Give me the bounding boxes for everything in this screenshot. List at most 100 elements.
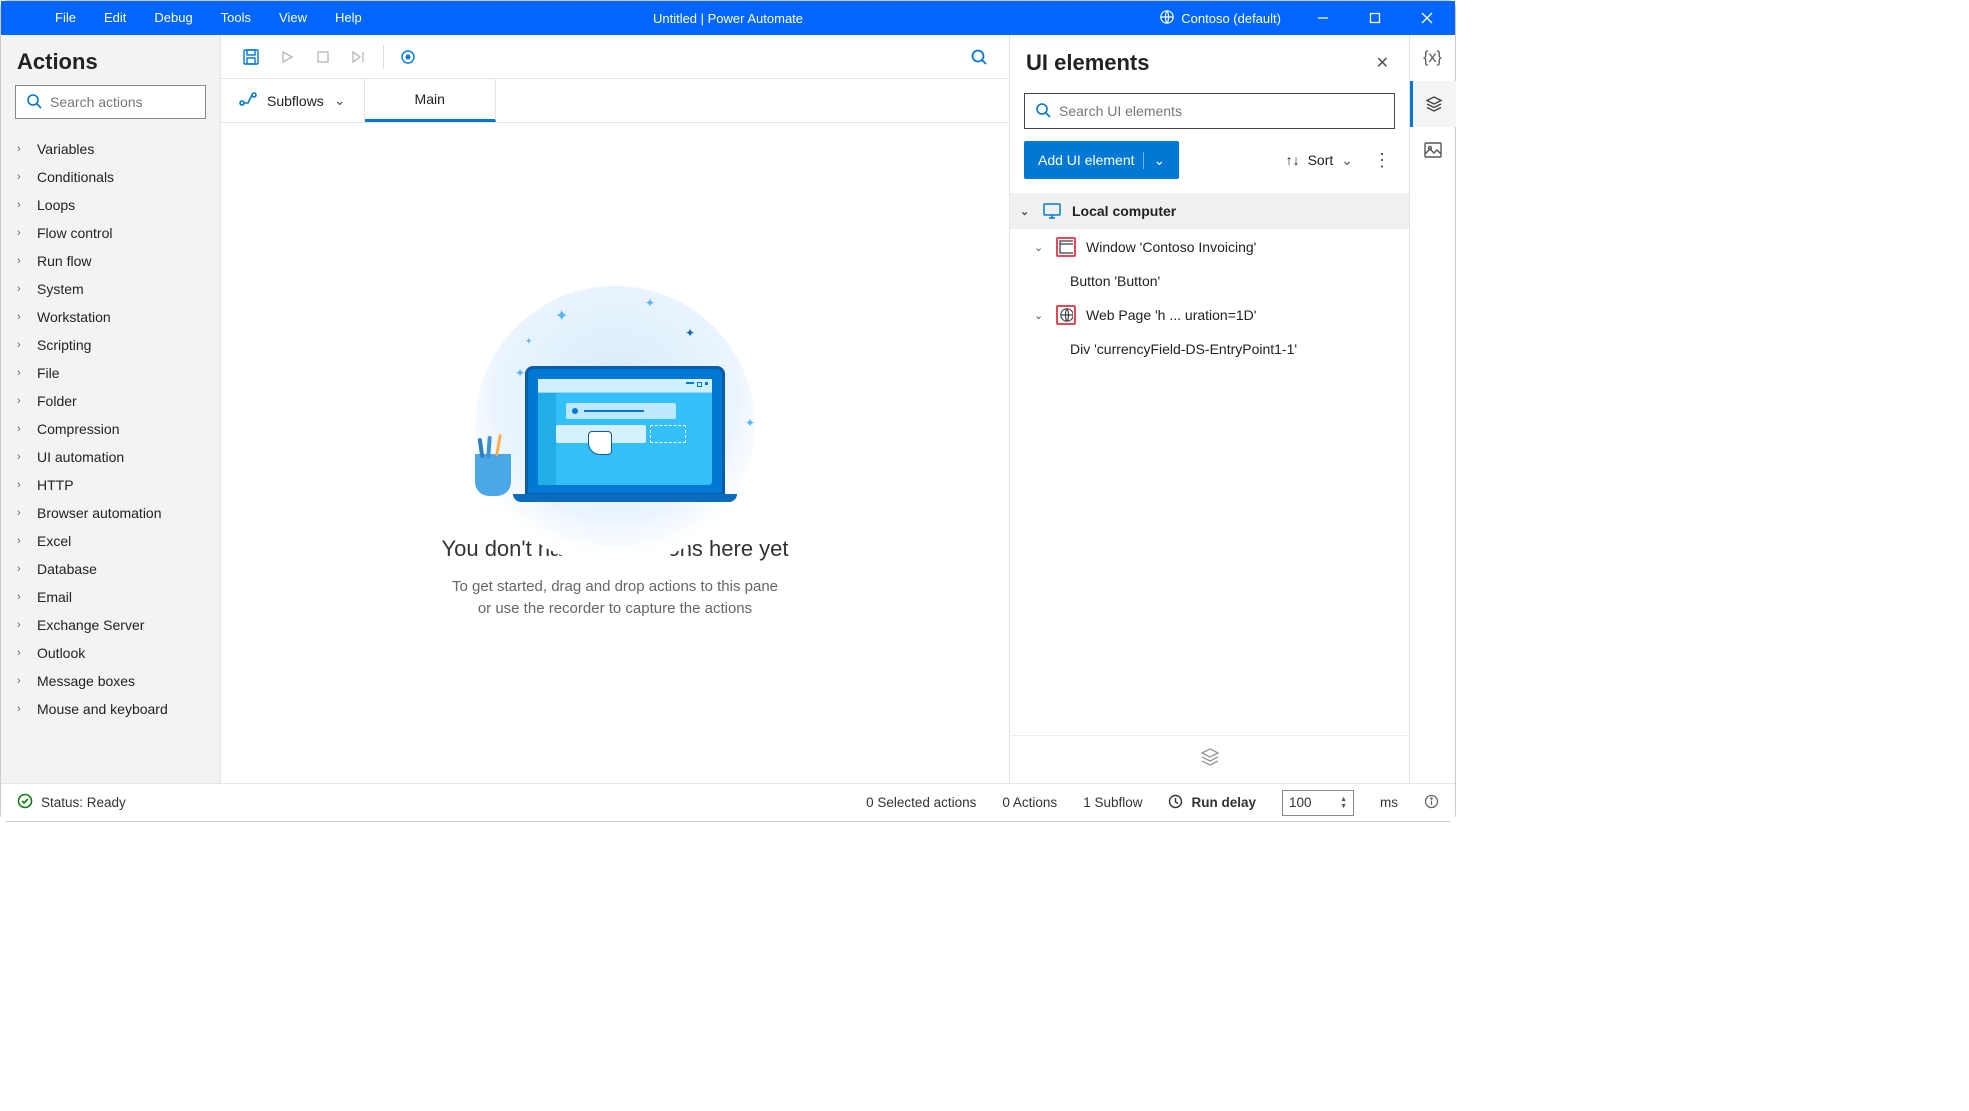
status-ok-icon xyxy=(17,793,33,812)
menu-view[interactable]: View xyxy=(265,1,321,35)
action-category[interactable]: ›Conditionals xyxy=(1,163,220,191)
sort-label: Sort xyxy=(1308,152,1334,168)
maximize-button[interactable] xyxy=(1355,1,1395,35)
environment-label: Contoso (default) xyxy=(1181,11,1281,26)
chevron-right-icon: › xyxy=(17,619,27,631)
action-category-label: Outlook xyxy=(37,645,85,661)
menu-debug[interactable]: Debug xyxy=(140,1,206,35)
action-category-label: HTTP xyxy=(37,477,74,493)
tree-item-div[interactable]: Div 'currencyField-DS-EntryPoint1-1' xyxy=(1010,333,1409,365)
action-category[interactable]: › Loops xyxy=(1,191,220,219)
add-ui-element-label: Add UI element xyxy=(1038,152,1135,168)
action-category[interactable]: ›Run flow xyxy=(1,247,220,275)
environment-picker[interactable]: Contoso (default) xyxy=(1149,9,1291,28)
tree-item-window[interactable]: ⌄ Window 'Contoso Invoicing' xyxy=(1010,229,1409,265)
rail-images-button[interactable] xyxy=(1410,127,1456,173)
stop-button[interactable] xyxy=(305,39,341,75)
action-category[interactable]: ›Folder xyxy=(1,387,220,415)
chevron-right-icon: › xyxy=(17,171,27,183)
designer-search-button[interactable] xyxy=(961,39,997,75)
status-actions-count: 0 Actions xyxy=(1002,795,1057,810)
action-category[interactable]: ›System xyxy=(1,275,220,303)
action-category-label: Exchange Server xyxy=(37,617,144,633)
actions-panel: Actions Search actions ›Variables ›Condi… xyxy=(1,35,221,783)
action-category-label: Database xyxy=(37,561,97,577)
spinner-buttons[interactable]: ▲▼ xyxy=(1340,796,1347,810)
step-button[interactable] xyxy=(341,39,377,75)
action-category[interactable]: › Compression xyxy=(1,415,220,443)
action-category-label: Loops xyxy=(37,197,75,213)
action-category[interactable]: ›Excel xyxy=(1,527,220,555)
chevron-right-icon: › xyxy=(17,255,27,267)
chevron-right-icon: › xyxy=(17,199,27,211)
action-category-label: Flow control xyxy=(37,225,112,241)
action-category[interactable]: › File xyxy=(1,359,220,387)
chevron-right-icon: › xyxy=(17,143,27,155)
chevron-right-icon: › xyxy=(17,367,27,379)
ui-elements-tree: ⌄ Local computer ⌄ Window 'Contoso Invoi… xyxy=(1010,193,1409,735)
menu-tools[interactable]: Tools xyxy=(207,1,265,35)
action-category-label: Variables xyxy=(37,141,94,157)
action-category[interactable]: ›Email xyxy=(1,583,220,611)
ui-elements-footer xyxy=(1010,735,1409,783)
save-button[interactable] xyxy=(233,39,269,75)
info-icon[interactable] xyxy=(1424,794,1439,812)
actions-search-input[interactable]: Search actions xyxy=(15,85,206,119)
tree-item-button[interactable]: Button 'Button' xyxy=(1010,265,1409,297)
action-category[interactable]: ›Flow control xyxy=(1,219,220,247)
right-rail: {x} xyxy=(1409,35,1455,783)
ui-elements-panel: UI elements ✕ Search UI elements Add UI … xyxy=(1009,35,1409,783)
layers-icon[interactable] xyxy=(1199,746,1221,773)
rail-variables-button[interactable]: {x} xyxy=(1410,35,1456,81)
status-subflows-count: 1 Subflow xyxy=(1083,795,1142,810)
add-ui-element-button[interactable]: Add UI element ⌄ xyxy=(1024,141,1179,179)
chevron-down-icon[interactable]: ⌄ xyxy=(1143,152,1166,169)
tree-root-local-computer[interactable]: ⌄ Local computer xyxy=(1010,193,1409,229)
actions-category-list[interactable]: ›Variables ›Conditionals ›Loops ›Flow co… xyxy=(1,129,220,783)
action-category[interactable]: ›UI automation xyxy=(1,443,220,471)
chevron-down-icon: ⌄ xyxy=(334,92,346,109)
action-category[interactable]: ›Outlook xyxy=(1,639,220,667)
tree-item-webpage[interactable]: ⌄ Web Page 'h ... uration=1D' xyxy=(1010,297,1409,333)
menu-help[interactable]: Help xyxy=(321,1,376,35)
sort-icon: ↑↓ xyxy=(1286,152,1300,168)
minimize-button[interactable] xyxy=(1303,1,1343,35)
action-category[interactable]: ›Scripting xyxy=(1,331,220,359)
tab-main[interactable]: Main xyxy=(365,79,496,122)
action-category[interactable]: ›Message boxes xyxy=(1,667,220,695)
chevron-down-icon: ⌄ xyxy=(1034,241,1046,254)
chevron-right-icon: › xyxy=(17,479,27,491)
action-category-label: File xyxy=(37,365,60,381)
menu-file[interactable]: File xyxy=(41,1,90,35)
tree-label: Web Page 'h ... uration=1D' xyxy=(1086,307,1256,323)
run-button[interactable] xyxy=(269,39,305,75)
menu-edit[interactable]: Edit xyxy=(90,1,140,35)
close-panel-button[interactable]: ✕ xyxy=(1372,49,1393,77)
chevron-right-icon: › xyxy=(17,423,27,435)
action-category[interactable]: › HTTP xyxy=(1,471,220,499)
close-button[interactable] xyxy=(1407,1,1447,35)
run-delay-input[interactable]: 100 ▲▼ xyxy=(1282,790,1354,816)
action-category[interactable]: › Variables xyxy=(1,135,220,163)
sort-button[interactable]: ↑↓ Sort ⌄ xyxy=(1286,152,1353,169)
action-category[interactable]: ›Database xyxy=(1,555,220,583)
action-category[interactable]: › Exchange Server xyxy=(1,611,220,639)
globe-grid-icon xyxy=(1159,9,1175,28)
tree-label: Button 'Button' xyxy=(1070,273,1160,289)
more-options-button[interactable]: ⋮ xyxy=(1369,150,1395,171)
separator xyxy=(383,45,384,69)
run-delay-value: 100 xyxy=(1289,795,1312,810)
recorder-button[interactable] xyxy=(390,39,426,75)
action-category-label: Compression xyxy=(37,421,119,437)
ui-elements-search-input[interactable]: Search UI elements xyxy=(1024,93,1395,129)
action-category[interactable]: ›Mouse and keyboard xyxy=(1,695,220,723)
subflows-dropdown[interactable]: Subflows ⌄ xyxy=(221,79,365,122)
rail-ui-elements-button[interactable] xyxy=(1410,81,1456,127)
tree-label: Local computer xyxy=(1072,203,1176,219)
chevron-right-icon: › xyxy=(17,283,27,295)
main-menu: File Edit Debug Tools View Help xyxy=(1,1,376,35)
ui-elements-title: UI elements xyxy=(1026,50,1150,76)
empty-state-line1: To get started, drag and drop actions to… xyxy=(452,576,778,599)
action-category[interactable]: ›Browser automation xyxy=(1,499,220,527)
action-category[interactable]: ›Workstation xyxy=(1,303,220,331)
